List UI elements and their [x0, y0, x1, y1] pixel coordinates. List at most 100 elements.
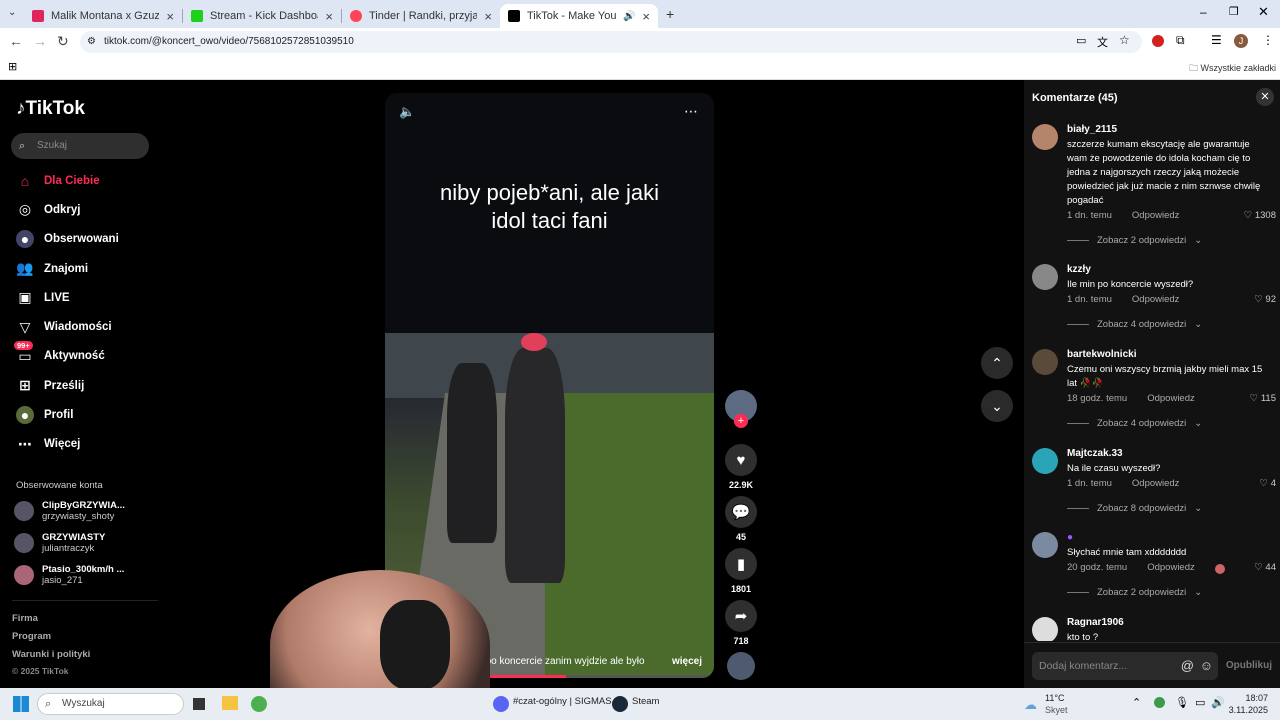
discord-icon[interactable] — [493, 696, 509, 712]
tray-chevron-icon[interactable]: ⌃ — [1132, 696, 1141, 709]
view-replies-button[interactable]: Zobacz 2 odpowiedzi ⌄ — [1067, 235, 1202, 246]
menu-item-odkryj[interactable]: ◎ Odkryj — [0, 195, 160, 224]
tab-malik[interactable]: Malik Montana x Gzuz - Genera × — [24, 4, 182, 28]
media-icon[interactable]: ☰ — [1211, 33, 1222, 47]
reply-button[interactable]: Odpowiedz — [1132, 210, 1180, 221]
comment-input[interactable]: Dodaj komentarz... @ ☺ — [1032, 652, 1218, 680]
volume-icon[interactable]: 🔈 — [399, 104, 415, 120]
mention-icon[interactable]: @ — [1181, 652, 1194, 680]
close-tab-icon[interactable]: × — [166, 9, 174, 24]
restore-icon[interactable]: ❐ — [1229, 5, 1239, 18]
reply-button[interactable]: Odpowiedz — [1147, 562, 1195, 574]
clock[interactable]: 18:07 3.11.2025 — [1228, 692, 1268, 716]
microphone-icon[interactable]: 🎙 — [1175, 696, 1189, 709]
sound-disc-avatar[interactable] — [727, 652, 755, 680]
tab-tiktok[interactable]: TikTok - Make Your Day 🔊 × — [500, 4, 658, 28]
comment-like[interactable]: ♡ 4 — [1260, 478, 1276, 489]
comment-user[interactable]: kzzły — [1067, 264, 1091, 275]
tab-kick[interactable]: Stream - Kick Dashboard × — [183, 4, 341, 28]
back-icon[interactable]: ← — [9, 33, 23, 49]
comment-user[interactable]: Ragnar1906 — [1067, 617, 1124, 628]
tab-tinder[interactable]: Tinder | Randki, przyjaźń, nowe × — [342, 4, 500, 28]
comment-like[interactable]: ♡ 44 — [1254, 562, 1276, 573]
tray-app-icon[interactable] — [1154, 697, 1165, 708]
avatar[interactable] — [1032, 532, 1058, 558]
reply-button[interactable]: Odpowiedz — [1132, 294, 1180, 305]
comment-user[interactable]: Majtczak.33 — [1067, 448, 1123, 459]
avatar[interactable] — [1032, 124, 1058, 150]
new-tab-button[interactable]: + — [666, 6, 674, 22]
reply-button[interactable]: Odpowiedz — [1132, 478, 1180, 489]
apps-icon[interactable]: ⊞ — [8, 60, 17, 73]
menu-item-live[interactable]: ▣ LIVE — [0, 283, 160, 312]
comment-user-badge-icon[interactable]: ● — [1067, 532, 1073, 543]
share-button[interactable]: ➦ — [725, 600, 757, 632]
creator-avatar[interactable]: + — [725, 390, 757, 428]
weather-widget[interactable]: 11°C Skyet — [1045, 692, 1068, 716]
caption-more-link[interactable]: więcej — [672, 656, 702, 667]
follow-plus-icon[interactable]: + — [734, 414, 748, 428]
view-replies-button[interactable]: Zobacz 2 odpowiedzi ⌄ — [1067, 587, 1202, 598]
extensions-icon[interactable]: ⧉ — [1176, 33, 1185, 48]
comment-user[interactable]: biały_2115 — [1067, 124, 1117, 135]
close-tab-icon[interactable]: × — [642, 9, 650, 24]
site-info-icon[interactable]: ⚙ — [87, 31, 96, 53]
translate-icon[interactable]: 文 — [1097, 34, 1108, 50]
avatar[interactable] — [1032, 617, 1058, 641]
close-window-icon[interactable]: ✕ — [1258, 4, 1269, 20]
footer-link-terms[interactable]: Warunki i polityki — [12, 649, 90, 660]
menu-item-aktywnosc[interactable]: ▭ 99+ Aktywność — [0, 341, 160, 371]
comment-like[interactable]: ♡ 115 — [1250, 393, 1276, 404]
extension-red-icon[interactable] — [1152, 35, 1164, 47]
chrome-icon[interactable] — [251, 696, 267, 712]
menu-item-wiecej[interactable]: ⋯ Więcej — [0, 430, 160, 459]
avatar[interactable] — [1032, 448, 1058, 474]
taskbar-search[interactable]: ⌕ Wyszukaj — [37, 693, 184, 715]
close-tab-icon[interactable]: × — [484, 9, 492, 24]
footer-link-firma[interactable]: Firma — [12, 613, 38, 624]
menu-item-obserwowani[interactable]: ● Obserwowani — [0, 225, 160, 254]
profile-avatar[interactable]: J — [1234, 34, 1248, 48]
menu-item-dla-ciebie[interactable]: ⌂ Dla Ciebie — [0, 166, 160, 195]
save-button[interactable]: ▮ — [725, 548, 757, 580]
weather-cloud-icon[interactable]: ☁ — [1024, 697, 1037, 713]
speaker-icon[interactable]: 🔊 — [623, 11, 635, 22]
steam-icon[interactable] — [612, 696, 628, 712]
avatar[interactable] — [1032, 349, 1058, 375]
minimize-icon[interactable]: – — [1200, 5, 1207, 19]
all-bookmarks-button[interactable]: 🗀 Wszystkie zakładki — [1189, 61, 1276, 77]
windows-start-icon[interactable] — [13, 696, 29, 712]
reply-button[interactable]: Odpowiedz — [1147, 393, 1195, 404]
reload-icon[interactable]: ↻ — [57, 33, 69, 50]
comment-button[interactable]: 💬 — [725, 496, 757, 528]
cast-icon[interactable]: ▭ — [1076, 34, 1086, 47]
like-button[interactable]: ♥ — [725, 444, 757, 476]
followed-account[interactable]: ClipByGRZYWIA... grzywiasty_shoty — [14, 500, 125, 522]
comment-like[interactable]: ♡ 1308 — [1244, 210, 1276, 221]
search-input[interactable]: ⌕ Szukaj — [11, 133, 149, 159]
comment-user[interactable]: bartekwolnicki — [1067, 349, 1136, 360]
view-replies-button[interactable]: Zobacz 4 odpowiedzi ⌄ — [1067, 418, 1202, 429]
followed-account[interactable]: Ptasio_300km/h ... jasio_271 — [14, 564, 124, 586]
footer-link-program[interactable]: Program — [12, 631, 51, 642]
menu-item-przeslij[interactable]: ⊞ Prześlij — [0, 371, 160, 400]
menu-item-wiadomosci[interactable]: ▽ Wiadomości — [0, 312, 160, 341]
menu-item-znajomi[interactable]: 👥 Znajomi — [0, 254, 160, 283]
menu-item-profil[interactable]: ● Profil — [0, 400, 160, 429]
view-replies-button[interactable]: Zobacz 8 odpowiedzi ⌄ — [1067, 503, 1202, 514]
forward-icon[interactable]: → — [33, 33, 47, 49]
previous-video-button[interactable]: ⌃ — [981, 347, 1013, 379]
tiktok-logo[interactable]: ♪TikTok — [16, 98, 85, 120]
file-explorer-icon[interactable] — [222, 696, 238, 710]
followed-account[interactable]: GRZYWIASTY juliantraczyk — [14, 532, 105, 554]
url-field[interactable]: ⚙ tiktok.com/@koncert_owo/video/756810257… — [80, 31, 1142, 53]
comment-like[interactable]: ♡ 92 — [1254, 294, 1276, 305]
next-video-button[interactable]: ⌄ — [981, 390, 1013, 422]
video-menu-icon[interactable]: ⋯ — [684, 103, 698, 120]
close-tab-icon[interactable]: × — [325, 9, 333, 24]
task-view-icon[interactable] — [193, 698, 205, 710]
volume-tray-icon[interactable]: 🔊 — [1211, 696, 1225, 709]
post-comment-button[interactable]: Opublikuj — [1226, 660, 1272, 671]
emoji-icon[interactable]: ☺ — [1200, 652, 1213, 680]
browser-menu-icon[interactable]: ⋮ — [1262, 33, 1274, 47]
